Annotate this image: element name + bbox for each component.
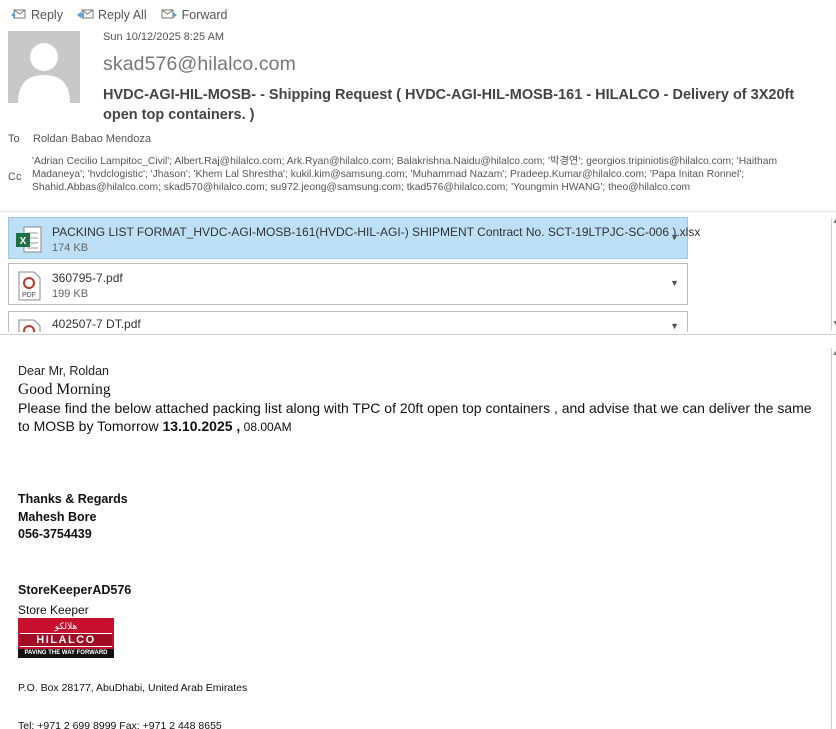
delivery-time: 08.00AM (240, 420, 292, 434)
scroll-down-icon[interactable]: ▼ (832, 320, 836, 327)
sender-avatar (8, 31, 80, 103)
reply-all-button[interactable]: Reply All (76, 6, 147, 24)
logo-tagline: PAVING THE WAY FORWARD (18, 649, 114, 658)
signature-thanks: Thanks & Regards (18, 492, 128, 506)
message-date: Sun 10/12/2025 8:25 AM (103, 31, 225, 43)
hilalco-logo: هلالكو HILALCO PAVING THE WAY FORWARD (18, 618, 114, 658)
cc-label: Cc (8, 171, 22, 183)
delivery-date: 13.10.2025 , (162, 418, 241, 434)
chevron-down-icon[interactable]: ▼ (670, 232, 679, 242)
reply-all-icon (76, 6, 94, 24)
to-label: To (8, 133, 20, 145)
signature-role: Store Keeper (18, 603, 89, 617)
cc-recipients[interactable]: 'Adrian Cecilio Lampitoc_Civil'; Albert.… (32, 155, 822, 195)
scroll-up-icon[interactable]: ▲ (832, 218, 836, 225)
attachment-size: 174 KB (52, 242, 89, 254)
reply-button[interactable]: Reply (10, 6, 63, 24)
body-text: Please find the below attached packing l… (18, 400, 812, 434)
svg-text:X: X (20, 236, 27, 247)
pdf-icon: PDF (15, 319, 43, 332)
good-morning: Good Morning (18, 381, 111, 398)
logo-brand: HILALCO (20, 633, 112, 647)
attachment-size: 199 KB (52, 288, 89, 300)
attachment-scrollbar[interactable] (831, 218, 836, 330)
attachment-name: PACKING LIST FORMAT_HVDC-AGI-MOSB-161(HV… (52, 225, 701, 239)
message-subject: HVDC-AGI-HIL-MOSB- - Shipping Request ( … (103, 87, 795, 123)
forward-icon (161, 6, 178, 24)
attachment-name: 402507-7 DT.pdf (52, 317, 141, 331)
message-toolbar: Reply Reply All Forward (10, 6, 227, 24)
chevron-down-icon[interactable]: ▼ (670, 278, 679, 288)
attachment-divider (0, 334, 836, 335)
attachment-item[interactable]: X PACKING LIST FORMAT_HVDC-AGI-MOSB-161(… (8, 217, 700, 259)
sender-address[interactable]: skad576@hilalco.com (103, 53, 296, 76)
reply-label: Reply (31, 8, 63, 22)
svg-text:PDF: PDF (22, 292, 36, 299)
forward-button[interactable]: Forward (161, 6, 228, 24)
attachment-item[interactable]: PDF 360795-7.pdf 199 KB ▼ (8, 263, 688, 305)
greeting: Dear Mr, Roldan (18, 364, 110, 378)
pdf-icon: PDF (15, 271, 43, 301)
logo-arabic: هلالكو (54, 621, 78, 631)
forward-label: Forward (181, 8, 228, 22)
signature-tel: Tel: +971 2 699 8999 Fax: +971 2 448 865… (18, 720, 222, 729)
to-recipients[interactable]: Roldan Babao Mendoza (33, 133, 151, 145)
signature-address: P.O. Box 28177, AbuDhabi, United Arab Em… (18, 682, 248, 694)
reply-all-label: Reply All (97, 8, 147, 22)
scroll-up-icon[interactable]: ▲ (832, 350, 836, 357)
attachment-name: 360795-7.pdf (52, 271, 123, 285)
chevron-down-icon[interactable]: ▼ (670, 321, 679, 331)
attachment-list: X PACKING LIST FORMAT_HVDC-AGI-MOSB-161(… (0, 212, 836, 332)
excel-icon: X (15, 225, 43, 255)
signature-name: Mahesh Bore (18, 509, 97, 524)
signature-block: Thanks & Regards Mahesh Bore 056-3754439 (18, 491, 128, 544)
person-icon (18, 43, 70, 103)
body-scrollbar[interactable] (831, 348, 836, 729)
reply-icon (10, 6, 27, 24)
body-paragraph: Please find the below attached packing l… (18, 399, 818, 436)
signature-role-name: StoreKeeperAD576 (18, 583, 132, 597)
signature-phone: 056-3754439 (18, 527, 92, 541)
attachment-item[interactable]: PDF 402507-7 DT.pdf ▼ (8, 311, 688, 332)
